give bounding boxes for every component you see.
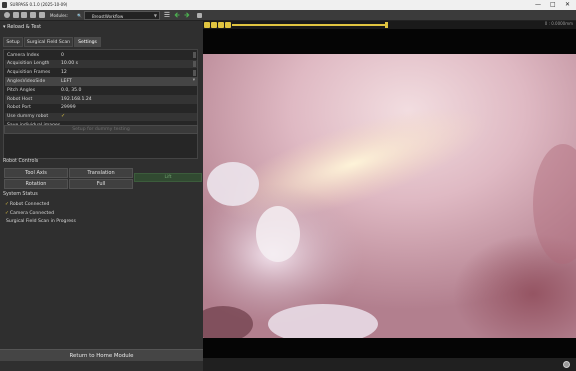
- settings-form: Camera Index 0 Acquisition Length 10.00 …: [3, 49, 198, 159]
- dicom-icon[interactable]: [4, 12, 10, 18]
- eye-icon[interactable]: [218, 22, 224, 28]
- check-icon: ✓: [5, 202, 9, 207]
- lift-button[interactable]: Lift: [134, 173, 202, 182]
- layout-icon[interactable]: [225, 22, 231, 28]
- extension-icon[interactable]: [197, 13, 202, 18]
- robot-controls-heading: Robot Controls: [3, 159, 39, 164]
- tool-axis-button[interactable]: Tool Axis: [4, 168, 68, 178]
- tab-setup[interactable]: Setup: [3, 37, 23, 47]
- field-robot-host[interactable]: Robot Host 192.168.1.24: [5, 95, 197, 104]
- check-icon: ✓: [5, 211, 9, 216]
- use-dummy-robot-checkbox[interactable]: ✓: [61, 113, 65, 119]
- field-label: Pitch Angles: [7, 87, 36, 93]
- video-viewer: 0 : 0.0000mm: [203, 21, 576, 371]
- close-button[interactable]: ✕: [565, 1, 570, 9]
- camera-index-input[interactable]: 0: [61, 53, 64, 58]
- return-home-button[interactable]: Return to Home Module: [0, 349, 203, 361]
- full-button[interactable]: Full: [69, 179, 133, 189]
- back-arrow-icon[interactable]: 🡸: [173, 11, 181, 20]
- app-icon: [2, 2, 7, 8]
- tab-bar: Setup Surgical Field Scan Settings: [3, 37, 201, 47]
- frame-slider[interactable]: [232, 24, 386, 26]
- modules-label: Modules:: [50, 13, 68, 18]
- camera-image: [203, 54, 576, 338]
- acquisition-length-input[interactable]: 10.00 s: [61, 61, 78, 66]
- robot-port-input[interactable]: 29999: [61, 105, 76, 110]
- maximize-button[interactable]: □: [550, 1, 556, 9]
- field-pitch-angles[interactable]: Pitch Angles 0.0, 35.0: [5, 86, 197, 95]
- system-status-heading: System Status: [3, 192, 38, 197]
- viewer-status-bar: [203, 358, 576, 371]
- link-icon[interactable]: [211, 22, 217, 28]
- status-text: Surgical Field Scan in Progress: [6, 219, 76, 224]
- chevron-down-icon: ▼: [153, 13, 157, 18]
- tab-surgical-field-scan[interactable]: Surgical Field Scan: [24, 37, 73, 47]
- title-bar: SURPASS 0.1.0 (2025-10-09) — □ ✕: [0, 0, 576, 10]
- tab-settings[interactable]: Settings: [74, 37, 101, 47]
- field-label: Acquisition Frames: [7, 70, 51, 76]
- setup-dummy-testing-button[interactable]: Setup for dummy testing: [4, 125, 198, 134]
- spinbox-arrows-icon[interactable]: [193, 60, 196, 67]
- status-text: Camera Connected: [9, 211, 55, 216]
- acquisition-frames-input[interactable]: 12: [61, 70, 67, 75]
- app-window: SURPASS 0.1.0 (2025-10-09) — □ ✕ Modules…: [0, 0, 576, 371]
- translation-button[interactable]: Translation: [69, 168, 133, 178]
- field-use-dummy-robot[interactable]: Use dummy robot ✓: [5, 112, 197, 122]
- search-icon[interactable]: 🔍: [77, 13, 82, 18]
- field-acquisition-frames[interactable]: Acquisition Frames 12: [5, 69, 197, 78]
- viewer-toolbar: 0 : 0.0000mm: [203, 21, 576, 29]
- field-label: Use dummy robot: [7, 114, 49, 120]
- minimize-button[interactable]: —: [535, 1, 541, 9]
- status-text: Robot Connected: [9, 202, 50, 207]
- field-label: AnglesVideoSide: [7, 78, 46, 84]
- field-acquisition-length[interactable]: Acquisition Length 10.00 s: [5, 59, 197, 69]
- status-robot-connected: ✓Robot Connected: [5, 202, 49, 207]
- field-angles-video-side[interactable]: AnglesVideoSide LEFT ▾: [5, 77, 197, 86]
- field-label: Acquisition Length: [7, 61, 50, 67]
- data-icon[interactable]: [13, 12, 19, 18]
- status-indicator-icon: [563, 361, 570, 368]
- angles-video-side-select[interactable]: LEFT: [61, 79, 72, 84]
- module-list-icon[interactable]: ☰: [163, 11, 171, 20]
- pin-icon[interactable]: [204, 22, 210, 28]
- status-scan-in-progress: Surgical Field Scan in Progress: [5, 219, 76, 224]
- robot-host-input[interactable]: 192.168.1.24: [61, 97, 92, 102]
- module-selector[interactable]: BreastWorkflow ▼: [84, 11, 160, 20]
- camera-feed[interactable]: [203, 54, 576, 338]
- zoom-readout: 0 : 0.0000mm: [544, 21, 573, 26]
- rotation-button[interactable]: Rotation: [4, 179, 68, 189]
- status-camera-connected: ✓Camera Connected: [5, 211, 54, 216]
- pitch-angles-input[interactable]: 0.0, 35.0: [61, 88, 81, 93]
- save-icon[interactable]: [21, 12, 27, 18]
- frame-slider-handle[interactable]: [384, 22, 388, 28]
- module-selected: BreastWorkflow: [92, 14, 124, 19]
- reload-test-label: Reload & Test: [7, 24, 42, 30]
- load-icon[interactable]: [30, 12, 36, 18]
- reload-test-toggle[interactable]: ▾ Reload & Test: [3, 24, 41, 30]
- field-label: Robot Port: [7, 105, 31, 111]
- window-title: SURPASS 0.1.0 (2025-10-09): [10, 2, 68, 7]
- module-panel: ▾ Reload & Test Setup Surgical Field Sca…: [0, 21, 203, 371]
- spinbox-arrows-icon[interactable]: [193, 69, 196, 76]
- spinbox-arrows-icon[interactable]: [193, 52, 196, 58]
- settings-icon[interactable]: [39, 12, 45, 18]
- field-label: Camera Index: [7, 52, 40, 58]
- field-camera-index[interactable]: Camera Index 0: [5, 51, 197, 60]
- main-toolbar: Modules: 🔍 BreastWorkflow ▼ ☰ 🡸 🡺: [0, 10, 576, 21]
- chevron-down-icon: ▾: [192, 77, 195, 83]
- field-robot-port[interactable]: Robot Port 29999: [5, 104, 197, 113]
- field-label: Robot Host: [7, 96, 33, 102]
- forward-arrow-icon[interactable]: 🡺: [183, 11, 191, 20]
